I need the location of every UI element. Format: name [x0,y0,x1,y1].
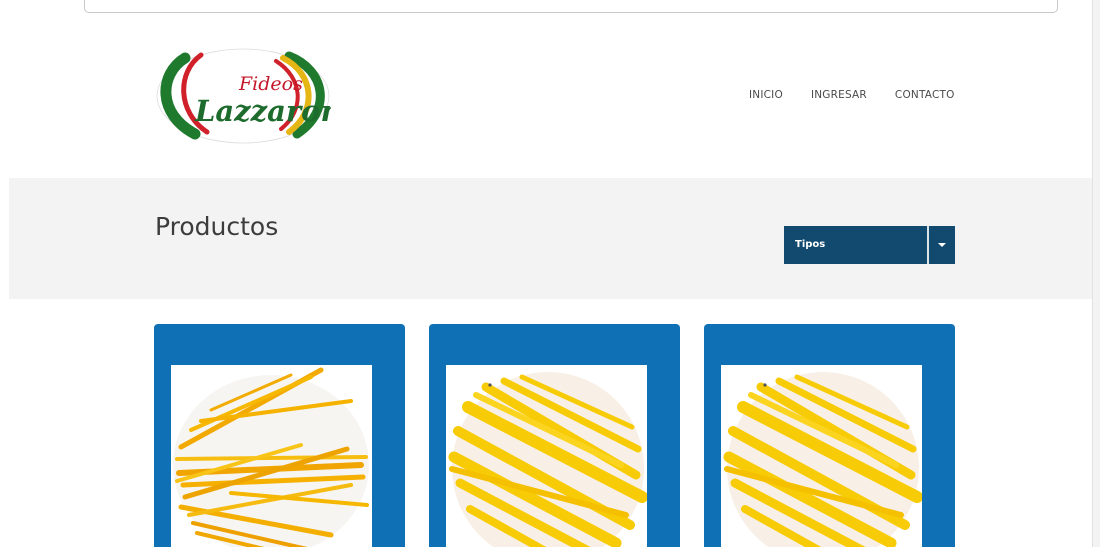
browser-top-edge [84,0,1058,13]
nav-link-ingresar[interactable]: INGRESAR [811,89,867,101]
product-card[interactable] [429,324,680,547]
page-title: Productos [155,212,279,241]
types-dropdown[interactable]: Tipos [784,226,955,264]
dropdown-divider [927,226,929,264]
logo-word-top: Fideos [238,73,303,95]
types-dropdown-label: Tipos [795,239,826,250]
nav-link-inicio[interactable]: INICIO [749,89,783,101]
lazzaroni-logo[interactable]: Fideos Lazzaroni [155,46,353,146]
product-card[interactable] [704,324,955,547]
caret-down-icon[interactable] [929,226,955,264]
spaghetti-strands-image[interactable] [721,365,922,547]
scrollbar[interactable] [1092,0,1100,547]
spaghetti-bundle-image[interactable] [171,365,372,547]
logo-emblem-icon: Fideos Lazzaroni [156,48,353,144]
spaghetti-strands-image[interactable] [446,365,647,547]
main-nav: INICIO INGRESAR CONTACTO [749,89,955,101]
logo-word-main: Lazzaroni [194,94,331,128]
product-card[interactable] [154,324,405,547]
nav-link-contacto[interactable]: CONTACTO [895,89,955,101]
